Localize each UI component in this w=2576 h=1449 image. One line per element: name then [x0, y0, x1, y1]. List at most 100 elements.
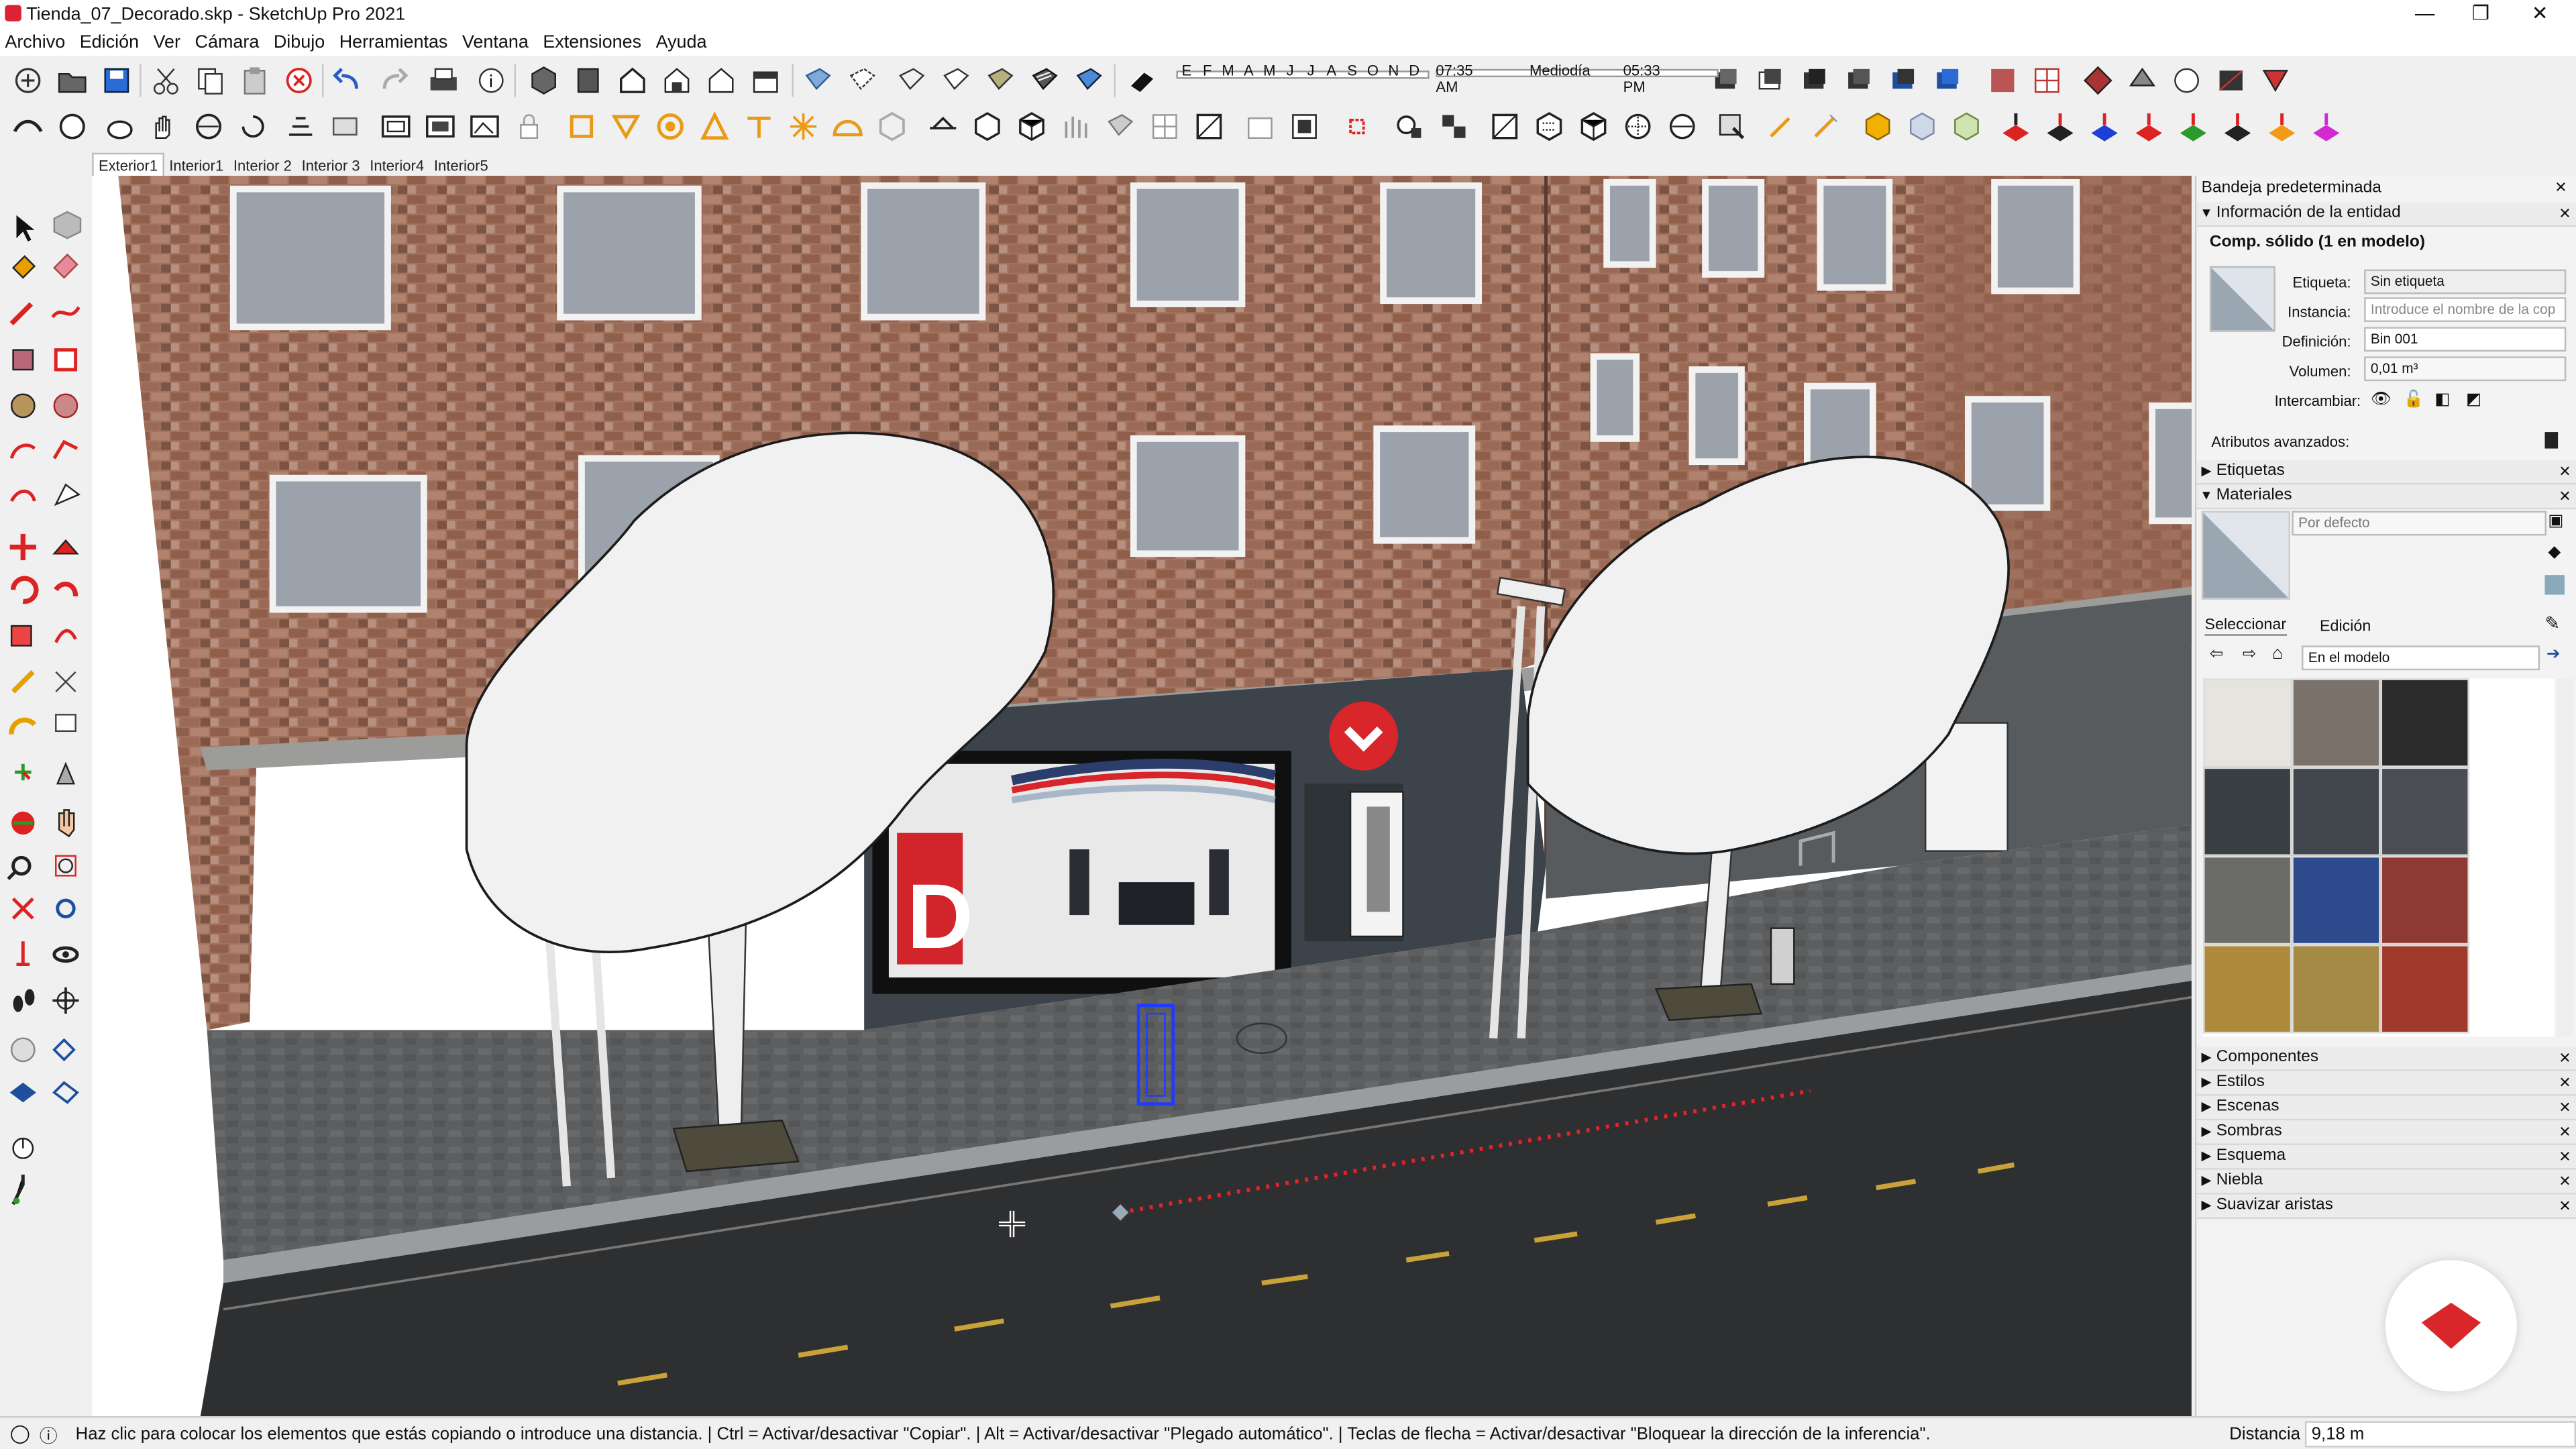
- move-icon[interactable]: [9, 533, 36, 561]
- tab-interior5[interactable]: Interior5: [429, 154, 494, 177]
- freehand-icon[interactable]: [51, 306, 80, 319]
- front-view-icon[interactable]: [614, 62, 651, 99]
- open-folder-icon[interactable]: [54, 62, 91, 99]
- extension-icon-5[interactable]: [2169, 62, 2205, 99]
- save-icon[interactable]: [99, 62, 135, 99]
- menu-dibujo[interactable]: Dibujo: [268, 30, 329, 56]
- layer-stack-icon-4[interactable]: [1841, 62, 1878, 99]
- hand-tool-icon[interactable]: [146, 109, 182, 145]
- paste-icon[interactable]: [237, 62, 273, 99]
- sandbox-mesh-icon[interactable]: [52, 1038, 76, 1062]
- right-view-icon[interactable]: [659, 62, 695, 99]
- protractor-icon[interactable]: [9, 717, 37, 735]
- axis-tool-icon-1[interactable]: [1998, 109, 2034, 145]
- material-swatch[interactable]: [2203, 945, 2292, 1034]
- menu-extensiones[interactable]: Extensiones: [538, 30, 646, 56]
- materiales-header[interactable]: ▼ Materiales ✕: [2196, 484, 2576, 510]
- extension-grass-icon[interactable]: [1058, 109, 1094, 145]
- solid-tool-icon-8[interactable]: [874, 109, 910, 145]
- shaded-textures-icon[interactable]: [1027, 62, 1063, 99]
- pencil-line-icon[interactable]: [9, 302, 34, 326]
- zoom-window-icon[interactable]: [55, 855, 76, 877]
- status-info-icon[interactable]: ⓘ: [40, 1423, 58, 1449]
- menu-edicion[interactable]: Edición: [74, 30, 144, 56]
- tab-seleccionar[interactable]: Seleccionar: [2204, 616, 2287, 636]
- status-geo-icon[interactable]: ◯: [10, 1423, 30, 1444]
- section-display-icon[interactable]: [327, 109, 363, 145]
- sandbox-contours-icon[interactable]: [10, 1037, 36, 1063]
- eraser-icon[interactable]: [53, 253, 78, 279]
- sandbox-icon[interactable]: [10, 109, 46, 145]
- tab-interior2[interactable]: Interior 2: [229, 154, 297, 177]
- polygon-icon[interactable]: [53, 393, 78, 419]
- select-tool-icon[interactable]: [16, 215, 35, 242]
- menu-ver[interactable]: Ver: [148, 30, 185, 56]
- estilos-header[interactable]: ▶ Estilos ✕: [2196, 1071, 2576, 1096]
- tape-measure-icon[interactable]: [11, 670, 35, 694]
- wand-icon-1[interactable]: [1763, 109, 1799, 145]
- position-camera-icon[interactable]: [16, 941, 30, 967]
- top-view-icon[interactable]: [570, 62, 606, 99]
- warehouse-icon-3[interactable]: [1014, 109, 1050, 145]
- section-plane-left-icon[interactable]: [52, 987, 79, 1014]
- edge-style-icon-1[interactable]: [1487, 109, 1523, 145]
- panel-close-icon[interactable]: ✕: [2559, 1120, 2571, 1143]
- section-plane-icon[interactable]: [282, 109, 319, 145]
- tab-exterior1[interactable]: Exterior1: [92, 152, 164, 178]
- component-icon-2[interactable]: [422, 109, 458, 145]
- extension-grid-icon[interactable]: [1146, 109, 1183, 145]
- panel-close-icon[interactable]: ✕: [2559, 1194, 2571, 1217]
- undo-icon[interactable]: [330, 62, 366, 99]
- axis-tool-icon-6[interactable]: [2220, 109, 2256, 145]
- etiqueta-select[interactable]: Sin etiqueta: [2364, 269, 2567, 294]
- rotated-rect-icon[interactable]: [54, 348, 78, 372]
- dimension-icon[interactable]: [55, 671, 76, 692]
- panel-close-icon[interactable]: ✕: [2559, 1071, 2571, 1094]
- axes-icon[interactable]: [15, 763, 32, 781]
- sample-paint-icon[interactable]: [2544, 575, 2565, 595]
- axis-tool-icon-7[interactable]: [2264, 109, 2300, 145]
- panel-close-icon[interactable]: ✕: [2559, 1095, 2571, 1118]
- menu-ventana[interactable]: Ventana: [458, 30, 534, 56]
- copy-icon[interactable]: [193, 62, 229, 99]
- extension-cube-icon[interactable]: [1713, 109, 1750, 145]
- circle-icon[interactable]: [10, 393, 36, 419]
- instancia-input[interactable]: Introduce el nombre de la cop: [2364, 297, 2567, 323]
- solid-tool-icon-1[interactable]: [564, 109, 600, 145]
- three-point-arc-icon[interactable]: [9, 489, 36, 502]
- compass-icon[interactable]: [12, 1137, 34, 1159]
- paint-bucket-icon[interactable]: [11, 255, 36, 279]
- iso-view-icon[interactable]: [526, 62, 562, 99]
- panel-close-icon[interactable]: ✕: [2559, 1145, 2571, 1168]
- tab-interior3[interactable]: Interior 3: [297, 154, 365, 177]
- sandbox-scratch-icon[interactable]: [54, 109, 91, 145]
- extension-shade-icon[interactable]: [1102, 109, 1138, 145]
- walk-icon[interactable]: [13, 989, 35, 1012]
- menu-archivo[interactable]: Archivo: [0, 30, 70, 56]
- monochrome-icon[interactable]: [1071, 62, 1108, 99]
- teapot-icon[interactable]: [102, 109, 138, 145]
- hidden-line-icon[interactable]: [938, 62, 974, 99]
- edge-style-icon-3[interactable]: [1576, 109, 1612, 145]
- modeling-viewport[interactable]: D: [92, 176, 2192, 1417]
- axis-tool-icon-8[interactable]: [2308, 109, 2345, 145]
- advanced-attributes[interactable]: Atributos avanzados:: [2211, 434, 2349, 450]
- layer-stack-icon-1[interactable]: [1709, 62, 1745, 99]
- axis-tool-icon-2[interactable]: [2042, 109, 2078, 145]
- create-material-icon[interactable]: ▣: [2548, 513, 2563, 531]
- details-arrow-icon[interactable]: ➔: [2546, 645, 2561, 663]
- material-swatch[interactable]: [2380, 767, 2469, 856]
- esquema-header[interactable]: ▶ Esquema ✕: [2196, 1144, 2576, 1170]
- extension-icon-6[interactable]: [2213, 62, 2249, 99]
- extension-icon-1[interactable]: [1984, 62, 2021, 99]
- make-component-icon[interactable]: [53, 211, 82, 239]
- layer-stack-icon-3[interactable]: [1797, 62, 1833, 99]
- left-view-icon[interactable]: [747, 62, 784, 99]
- back-edges-icon[interactable]: [845, 62, 881, 99]
- sandbox-smoove-icon[interactable]: [9, 1082, 36, 1103]
- eye-icon[interactable]: 👁: [2371, 391, 2392, 409]
- warehouse-icon-1[interactable]: [925, 109, 961, 145]
- tab-interior4[interactable]: Interior4: [365, 154, 429, 177]
- month-d[interactable]: D: [1404, 62, 1425, 78]
- tab-edicion[interactable]: Edición: [2320, 618, 2371, 636]
